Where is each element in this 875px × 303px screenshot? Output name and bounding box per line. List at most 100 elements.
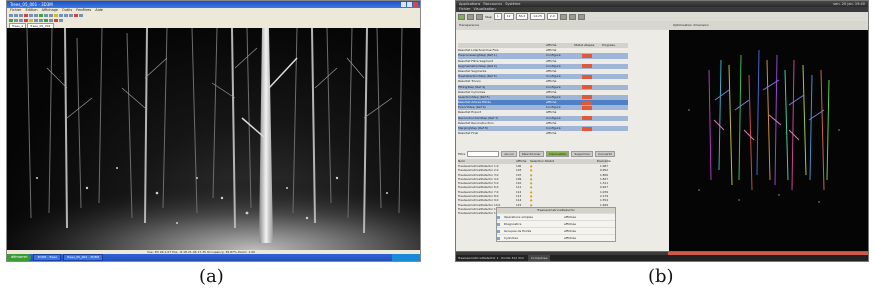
step-action-button[interactable]: [582, 100, 592, 105]
camera-icon[interactable]: [59, 19, 63, 22]
rotate-icon[interactable]: [49, 14, 53, 17]
layer-icon[interactable]: [69, 14, 73, 17]
point-cloud-viewer[interactable]: Optimisation dimension: [669, 21, 868, 251]
measure-icon[interactable]: [59, 14, 63, 17]
window-controls: [401, 2, 418, 7]
select-icon[interactable]: [54, 14, 58, 17]
step-name: Résultat Final: [458, 131, 479, 136]
optimisation-label: Optimisation dimension: [673, 23, 709, 27]
pan-icon[interactable]: [44, 14, 48, 17]
window-title: Trees_05_001 - 3D3M: [10, 2, 53, 7]
step-action-button[interactable]: [582, 116, 592, 121]
points-icon[interactable]: [44, 19, 48, 22]
coord-field-2[interactable]: 14.25: [530, 13, 545, 20]
property-row[interactable]: Opérations simples affichée: [497, 213, 615, 220]
property-row[interactable]: Cylindres affichée: [497, 234, 615, 241]
render-icon[interactable]: [24, 19, 28, 22]
cut-icon[interactable]: [24, 14, 28, 17]
play-icon[interactable]: [458, 13, 465, 20]
colored-tree-cloud: [688, 49, 840, 203]
step-action-button[interactable]: [582, 85, 592, 90]
screenshot-b: Applications Raccourcis Système ven. 20 …: [455, 0, 869, 262]
open-icon[interactable]: [14, 14, 18, 17]
property-icon: [497, 215, 500, 219]
filter-color-button[interactable]: Colorisation: [545, 151, 570, 157]
fit-icon[interactable]: [568, 13, 576, 20]
filter-input[interactable]: [467, 151, 500, 157]
step-field-1[interactable]: 1: [493, 13, 502, 20]
steps-subbar: Transparence: [456, 21, 669, 30]
start-button[interactable]: démarrer: [7, 254, 32, 261]
filter-label: Filtre: [458, 152, 466, 156]
step-action-button[interactable]: [582, 53, 592, 58]
step-action-button[interactable]: [582, 105, 592, 110]
property-name: Cylindres: [504, 236, 518, 240]
property-icon: [497, 222, 500, 226]
taskbar-item-2[interactable]: Trees_05_001 - 3D3M: [62, 254, 103, 261]
delete-icon[interactable]: [74, 14, 78, 17]
bottom-taskbar: TreeGeometricalDetector 1 · Points 312 3…: [456, 255, 868, 261]
taskbar-item-1[interactable]: 3D3M - Trees: [33, 254, 61, 261]
stop-icon[interactable]: [467, 13, 474, 20]
new-icon[interactable]: [9, 14, 13, 17]
transparency-label: Transparence: [459, 23, 480, 27]
property-row[interactable]: Diagnostics affichée: [497, 220, 615, 227]
mesh-icon[interactable]: [49, 19, 53, 22]
properties-dialog: TreeGeometricalDetector Opérations simpl…: [496, 207, 616, 242]
system-tray: [392, 254, 420, 261]
settings-icon[interactable]: [79, 14, 83, 17]
status-text: TreeGeometricalDetector 1 · Points 312 3…: [458, 256, 524, 260]
property-value: affichée: [564, 236, 576, 240]
coord-field-1[interactable]: 56.2: [515, 13, 529, 20]
property-row[interactable]: Groupes de Points affichée: [497, 227, 615, 234]
taskbar: démarrer 3D3M - Trees Trees_05_001 - 3D3…: [7, 254, 420, 261]
property-name: Opérations simples: [504, 215, 533, 219]
property-name: Diagnostics: [504, 222, 522, 226]
window-title-bar: Trees_05_001 - 3D3M: [7, 1, 420, 8]
col-progress: Progress.: [602, 43, 616, 47]
step-toolbar: Step 1 12 56.2 14.25 2.0: [456, 12, 868, 21]
minimize-icon[interactable]: [401, 2, 406, 7]
col-state: Statut étapes: [574, 43, 595, 47]
filter-convert-button[interactable]: Convertir: [595, 151, 616, 157]
taskbar-app[interactable]: Computree: [527, 255, 551, 261]
marker-icon[interactable]: [54, 19, 58, 22]
screenshot-a: Trees_05_001 - 3D3M Fichier Edition Affi…: [6, 0, 421, 262]
coord-field-3[interactable]: 2.0: [546, 13, 558, 20]
copy-icon[interactable]: [29, 14, 33, 17]
step-icon[interactable]: [476, 13, 483, 20]
filter-select-button[interactable]: Sélectionner: [518, 151, 544, 157]
zoom-icon[interactable]: [559, 13, 567, 20]
view-side-icon[interactable]: [19, 19, 23, 22]
step-action-button[interactable]: [582, 126, 592, 131]
filter-icon[interactable]: [64, 14, 68, 17]
paste-icon[interactable]: [34, 14, 38, 17]
filter-none-button[interactable]: Aucun: [501, 151, 517, 157]
color-icon[interactable]: [39, 19, 43, 22]
viewer-header: Optimisation dimension: [669, 21, 868, 30]
property-icon: [497, 236, 500, 240]
grid-icon[interactable]: [34, 19, 38, 22]
step-status: Affiché: [546, 131, 557, 136]
point-cloud-viewport[interactable]: [7, 28, 420, 250]
view-front-icon[interactable]: [14, 19, 18, 22]
save-icon[interactable]: [19, 14, 23, 17]
step-action-button[interactable]: [582, 74, 592, 79]
step-label: Step: [485, 14, 492, 19]
steps-panel: Transparence Affiché Statut étapes Progr…: [456, 21, 669, 251]
zoom-icon[interactable]: [39, 14, 43, 17]
camera-icon[interactable]: [577, 13, 585, 20]
step-field-2[interactable]: 12: [503, 13, 514, 20]
maximize-icon[interactable]: [407, 2, 412, 7]
filter-delete-button[interactable]: Supprimer: [571, 151, 594, 157]
step-action-button[interactable]: [582, 95, 592, 100]
steps-tree[interactable]: Affiché Statut étapes Progress. Résultat…: [458, 43, 628, 136]
property-value: affichée: [564, 229, 576, 233]
light-icon[interactable]: [29, 19, 33, 22]
tree-row[interactable]: Résultat Final Affiché: [458, 131, 628, 136]
caption-b: (b): [648, 266, 674, 287]
view-top-icon[interactable]: [9, 19, 13, 22]
step-action-button[interactable]: [582, 64, 592, 69]
close-icon[interactable]: [413, 2, 418, 7]
caption-a: (a): [199, 266, 224, 287]
